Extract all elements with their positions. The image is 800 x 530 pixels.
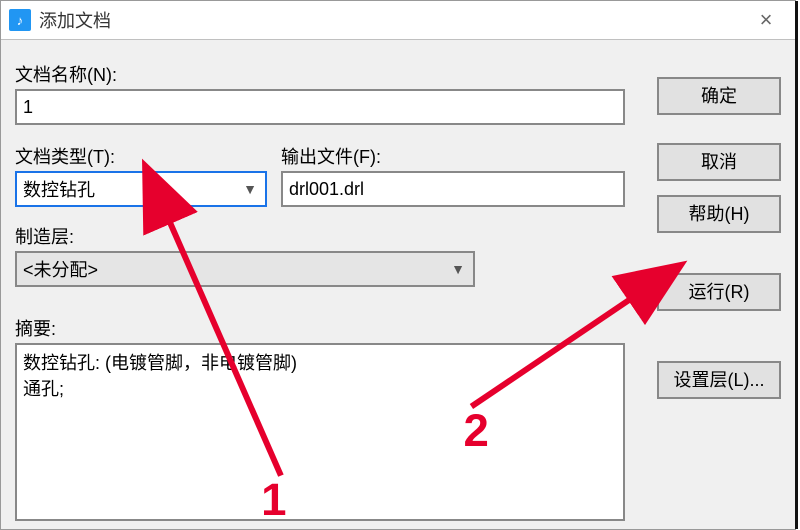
cancel-button[interactable]: 取消 <box>657 143 781 181</box>
summary-textarea[interactable]: 数控钻孔: (电镀管脚，非电镀管脚) 通孔; <box>15 343 625 521</box>
doc-name-input[interactable] <box>15 89 625 125</box>
doc-name-label: 文档名称(N): <box>15 61 117 87</box>
chevron-down-icon: ▼ <box>451 261 465 277</box>
output-file-input[interactable] <box>281 171 625 207</box>
window-edge-shadow <box>795 1 798 529</box>
set-layers-button[interactable]: 设置层(L)... <box>657 361 781 399</box>
dialog-content: 文档名称(N): 文档类型(T): 数控钻孔 ▼ 输出文件(F): 制造层: <… <box>15 51 781 525</box>
mfg-layer-label: 制造层: <box>15 223 74 249</box>
mfg-layer-selected-value: <未分配> <box>23 256 98 282</box>
doc-type-selected-value: 数控钻孔 <box>23 176 95 202</box>
chevron-down-icon: ▼ <box>243 181 257 197</box>
title-bar: ♪ 添加文档 × <box>1 1 795 40</box>
doc-type-label: 文档类型(T): <box>15 143 115 169</box>
run-button[interactable]: 运行(R) <box>657 273 781 311</box>
app-icon: ♪ <box>9 9 31 31</box>
output-file-label: 输出文件(F): <box>281 143 381 169</box>
doc-type-select[interactable]: 数控钻孔 ▼ <box>15 171 267 207</box>
summary-label: 摘要: <box>15 315 56 341</box>
help-button[interactable]: 帮助(H) <box>657 195 781 233</box>
close-icon[interactable]: × <box>743 1 789 39</box>
mfg-layer-select[interactable]: <未分配> ▼ <box>15 251 475 287</box>
window-title: 添加文档 <box>39 7 111 33</box>
ok-button[interactable]: 确定 <box>657 77 781 115</box>
dialog-window: ♪ 添加文档 × 文档名称(N): 文档类型(T): 数控钻孔 ▼ 输出文件(F… <box>0 0 796 530</box>
